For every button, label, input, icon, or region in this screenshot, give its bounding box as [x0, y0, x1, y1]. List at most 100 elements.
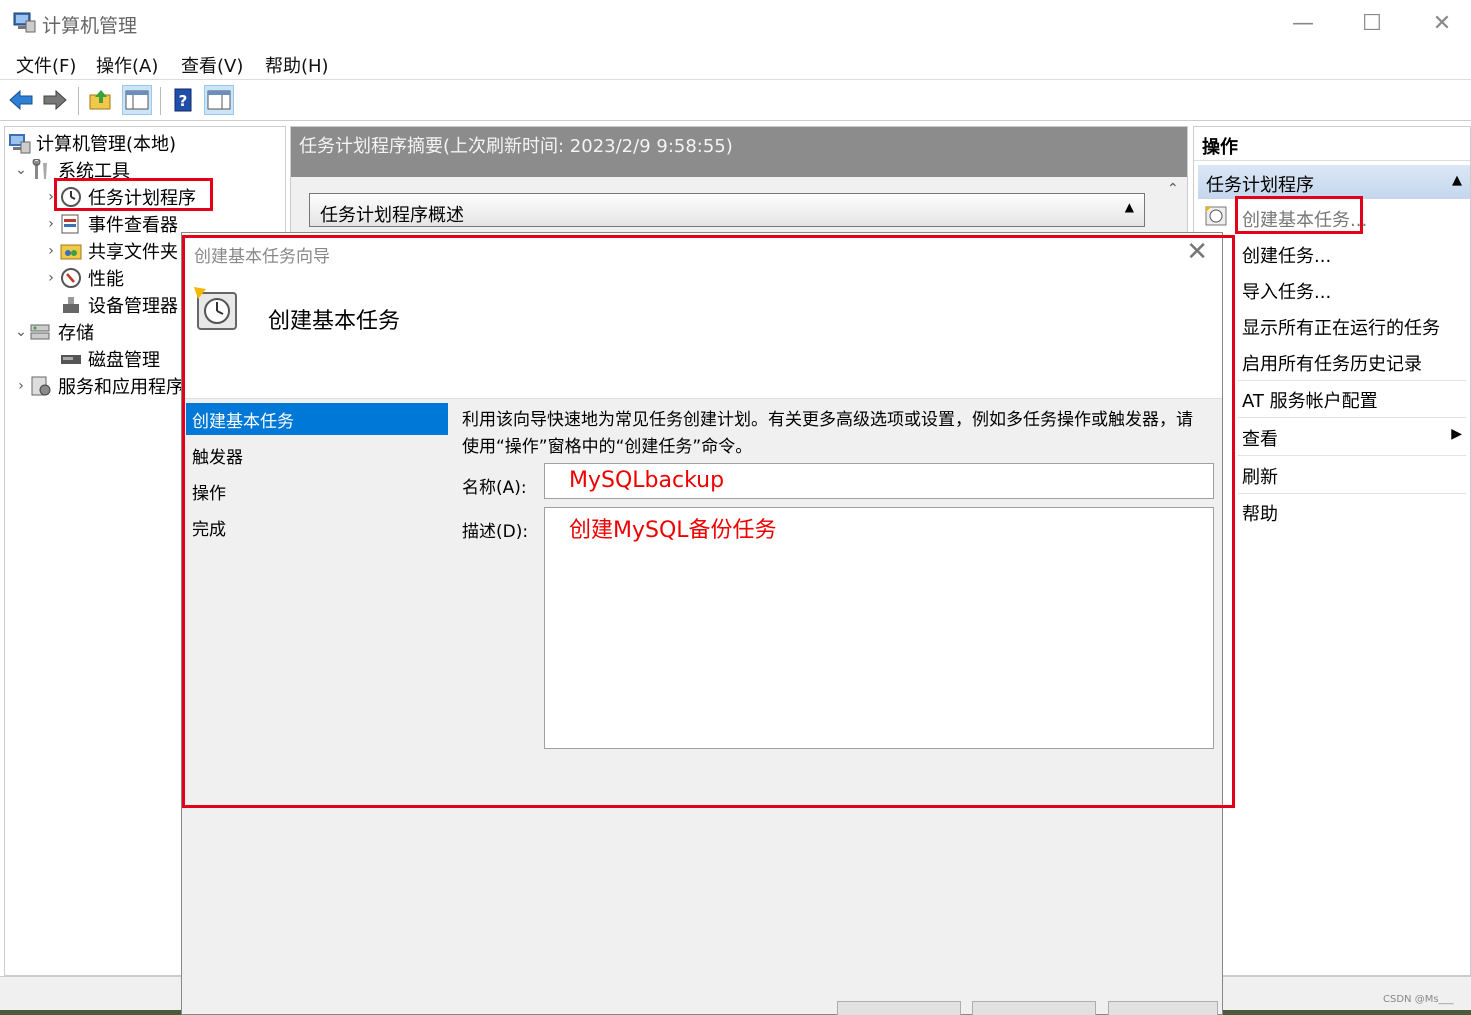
overview-section-label: 任务计划程序概述: [320, 205, 464, 226]
menu-help[interactable]: 帮助(H): [265, 52, 329, 78]
back-step-button[interactable]: [837, 1001, 961, 1015]
actions-subheader-label: 任务计划程序: [1206, 175, 1314, 196]
tree-label: 共享文件夹: [88, 242, 178, 263]
action-help[interactable]: 帮助: [1242, 500, 1278, 526]
wizard-title: 创建基本任务向导: [194, 247, 330, 267]
tree-label: 存储: [58, 323, 94, 344]
show-hide-action-pane-button[interactable]: [204, 85, 234, 115]
show-hide-console-tree-button[interactable]: [122, 85, 152, 115]
chevron-right-icon[interactable]: ›: [43, 189, 59, 205]
up-level-button[interactable]: [86, 85, 116, 115]
tree-item-computer-management[interactable]: 计算机管理(本地): [7, 130, 176, 156]
svg-text:?: ?: [179, 92, 188, 110]
tree-label: 磁盘管理: [88, 350, 160, 371]
event-viewer-icon: [59, 213, 83, 235]
actions-header: 操作: [1194, 127, 1470, 161]
description-label: 描述(D):: [462, 522, 529, 542]
computer-management-icon: [13, 12, 36, 33]
action-import-task[interactable]: 导入任务...: [1242, 278, 1331, 304]
tree-item-storage[interactable]: ⌄ 存储: [13, 319, 94, 345]
step-create-basic-task[interactable]: 创建基本任务: [186, 403, 448, 435]
chevron-right-icon[interactable]: ›: [43, 270, 59, 286]
chevron-down-icon[interactable]: ⌄: [13, 324, 29, 340]
name-label: 名称(A):: [462, 478, 527, 498]
wizard-close-button[interactable]: ✕: [1186, 237, 1208, 267]
divider: [1238, 380, 1466, 381]
wizard-steps: 创建基本任务 触发器 操作 完成: [186, 403, 448, 803]
storage-icon: [29, 321, 53, 343]
action-pane-icon: [207, 90, 231, 110]
create-basic-task-wizard: 创建基本任务向导 ✕ 创建基本任务 创建基本任务 触发器 操作 完成 利用该向导…: [181, 232, 1223, 1015]
tools-icon: [29, 158, 53, 181]
forward-button[interactable]: [40, 85, 70, 115]
actions-subheader-task-scheduler[interactable]: 任务计划程序 ▲: [1198, 165, 1470, 199]
collapse-up-icon[interactable]: ▲: [1125, 200, 1134, 214]
action-create-task[interactable]: 创建任务...: [1242, 242, 1331, 268]
task-wizard-icon: [194, 287, 237, 330]
chevron-down-icon[interactable]: ⌄: [13, 162, 29, 178]
back-button[interactable]: [6, 85, 36, 115]
submenu-arrow-icon: ▶: [1451, 426, 1462, 442]
back-arrow-icon: [9, 89, 33, 111]
tree-label: 系统工具: [58, 161, 130, 182]
tree-item-device-manager[interactable]: 设备管理器: [59, 292, 178, 318]
help-button[interactable]: ?: [168, 85, 198, 115]
scroll-up-icon[interactable]: ⌃: [1167, 181, 1179, 197]
step-trigger[interactable]: 触发器: [186, 439, 448, 471]
step-finish[interactable]: 完成: [186, 511, 448, 543]
performance-icon: [59, 267, 83, 289]
menu-bar: 文件(F) 操作(A) 查看(V) 帮助(H): [0, 46, 1471, 80]
wizard-heading: 创建基本任务: [268, 309, 401, 334]
services-icon: [29, 375, 53, 397]
actions-pane: 操作 任务计划程序 ▲ 创建基本任务... 创建任务... 导入任务... 显示…: [1193, 126, 1471, 976]
chevron-right-icon[interactable]: ›: [43, 243, 59, 259]
divider: [1238, 455, 1466, 456]
menu-action[interactable]: 操作(A): [96, 52, 158, 78]
tree-item-services-apps[interactable]: › 服务和应用程序: [13, 373, 184, 399]
tree-label: 计算机管理(本地): [36, 134, 177, 155]
tree-label: 事件查看器: [88, 215, 178, 236]
tree-item-event-viewer[interactable]: › 事件查看器: [43, 211, 178, 237]
tree-item-disk-management[interactable]: 磁盘管理: [59, 346, 160, 372]
tree-item-system-tools[interactable]: ⌄ 系统工具: [13, 157, 130, 183]
divider: [1238, 493, 1466, 494]
tree-item-performance[interactable]: › 性能: [43, 265, 124, 291]
next-step-button[interactable]: [972, 1001, 1096, 1015]
console-tree-icon: [125, 90, 149, 110]
action-show-running-tasks[interactable]: 显示所有正在运行的任务: [1242, 314, 1440, 340]
maximize-button[interactable]: ☐: [1337, 0, 1407, 46]
toolbar-separator: [78, 87, 79, 115]
tree-item-shared-folders[interactable]: › 共享文件夹: [43, 238, 178, 264]
tree-label: 性能: [88, 269, 124, 290]
name-input[interactable]: MySQLbackup: [544, 463, 1214, 499]
collapse-up-icon[interactable]: ▲: [1452, 173, 1462, 188]
action-enable-history[interactable]: 启用所有任务历史记录: [1242, 350, 1422, 376]
divider: [1238, 417, 1466, 418]
action-create-basic-task[interactable]: 创建基本任务...: [1242, 206, 1367, 232]
forward-arrow-icon: [43, 89, 67, 111]
cancel-button[interactable]: [1108, 1001, 1218, 1015]
tree-label: 服务和应用程序: [58, 377, 184, 398]
close-button[interactable]: ✕: [1407, 0, 1471, 46]
create-basic-task-icon: [1205, 206, 1227, 226]
title-bar: 计算机管理 — ☐ ✕: [0, 0, 1471, 46]
menu-view[interactable]: 查看(V): [181, 52, 243, 78]
action-view[interactable]: 查看: [1242, 425, 1278, 451]
action-at-service-account[interactable]: AT 服务帐户配置: [1242, 387, 1378, 413]
step-action[interactable]: 操作: [186, 475, 448, 507]
chevron-right-icon[interactable]: ›: [13, 378, 29, 394]
wizard-header: 创建基本任务向导 ✕ 创建基本任务: [182, 233, 1222, 399]
watermark: CSDN @Ms___: [1383, 994, 1454, 1005]
minimize-button[interactable]: —: [1268, 0, 1338, 46]
disk-icon: [59, 348, 83, 370]
tree-label: 设备管理器: [88, 296, 178, 317]
summary-header: 任务计划程序摘要(上次刷新时间: 2023/2/9 9:58:55): [291, 127, 1187, 177]
overview-section-header[interactable]: 任务计划程序概述 ▲: [309, 193, 1145, 227]
tree-item-task-scheduler[interactable]: › 任务计划程序: [43, 184, 196, 210]
description-textarea[interactable]: 创建MySQL备份任务: [544, 507, 1214, 749]
chevron-right-icon[interactable]: ›: [43, 216, 59, 232]
action-refresh[interactable]: 刷新: [1242, 463, 1278, 489]
menu-file[interactable]: 文件(F): [16, 52, 76, 78]
toolbar-separator: [160, 87, 161, 115]
tree-label: 任务计划程序: [88, 188, 196, 209]
